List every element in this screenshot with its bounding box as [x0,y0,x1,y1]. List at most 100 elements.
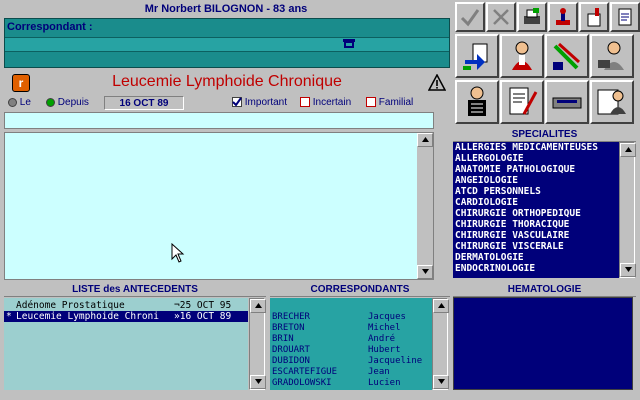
list-item[interactable]: CHIRURGIE THORACIQUE [453,219,619,230]
le-radio-icon[interactable] [8,97,17,107]
diagnosis-title-bar: Leucemie Lymphoide Chronique r [4,71,450,95]
toolbar [453,0,640,128]
antecedent-name: Adénome Prostatique [16,300,125,311]
cancel-button[interactable] [486,2,516,32]
notes-textarea[interactable] [4,132,434,280]
print-icon [524,8,540,24]
telephone-doctor-button[interactable] [590,34,634,78]
app-logo-icon[interactable]: r [12,74,30,92]
important-label: Important [244,97,288,108]
first-name: Hubert [368,345,401,355]
scroll-up-icon[interactable] [417,133,433,147]
incertain-checkbox[interactable] [300,97,310,108]
antecedents-scrollbar[interactable] [249,298,266,390]
specialites-list[interactable]: ALLERGIES MEDICAMENTEUSES ALLERGOLOGIE A… [453,142,619,278]
validate-button[interactable] [455,2,485,32]
notes-scrollbar[interactable] [417,133,433,279]
scroll-up-icon[interactable] [620,143,636,157]
specialites-header: SPECIALITES [453,128,636,142]
delete-button[interactable] [579,2,609,32]
important-checkbox[interactable] [232,97,242,108]
mouse-cursor-icon [171,243,185,263]
familial-checkbox[interactable] [366,97,376,108]
correspondant-line-1[interactable] [5,37,449,52]
delete-icon [587,8,601,27]
antecedent-date: »16 OCT 89 [174,311,232,322]
correspondants-list[interactable]: BRECHER Jacques BRETON Michel BRIN André DR… [270,298,432,390]
portrait-button[interactable] [590,80,634,124]
antecedents-list[interactable]: Adénome Prostatique ¬25 OCT 95 * Leucemi… [4,298,248,390]
list-item[interactable]: ANATOMIE PATHOLOGIQUE [453,164,619,175]
option-familial[interactable]: Familial [366,97,413,108]
option-le[interactable]: Le [8,97,31,108]
stamp-button[interactable] [548,2,578,32]
tools-button[interactable] [545,34,589,78]
last-name: DUBIDON [272,356,310,366]
patient-header: Mr Norbert BILOGNON - 83 ans [0,0,452,18]
stamp-icon [556,8,570,25]
list-item[interactable]: CHIRURGIE ORTHOPEDIQUE [453,208,619,219]
scroll-up-icon[interactable] [433,299,449,313]
list-item[interactable]: ALLERGIES MEDICAMENTEUSES [453,142,619,153]
incertain-label: Incertain [312,97,352,108]
correspondant-panel: Correspondant : [4,18,450,68]
antecedent-name: Leucemie Lymphoide Chroni [16,311,159,322]
telephone-icon[interactable] [343,37,355,49]
examination-button[interactable] [500,34,544,78]
cancel-icon [493,9,509,25]
first-name: Jacqueline [368,356,423,366]
scanner-button[interactable] [545,80,589,124]
list-item[interactable]: Adénome Prostatique ¬25 OCT 95 [4,300,248,311]
scroll-down-icon[interactable] [433,375,449,389]
correspondants-scrollbar[interactable] [432,298,449,390]
list-item[interactable]: CARDIOLOGIE [453,197,619,208]
scroll-up-icon[interactable] [250,299,266,313]
first-name: Jacques [368,312,406,322]
familial-label: Familial [378,97,414,108]
print-button[interactable] [517,2,547,32]
list-item[interactable]: ANGEIOLOGIE [453,175,619,186]
list-item[interactable]: CHIRURGIE VISCERALE [453,241,619,252]
correspondants-header: CORRESPONDANTS [270,283,450,297]
diagnosis-title: Leucemie Lymphoide Chronique [112,73,342,90]
option-incertain[interactable]: Incertain [300,97,351,108]
row-mark: * [6,311,12,322]
warning-icon[interactable] [427,73,447,91]
prescription-button[interactable] [500,80,544,124]
hematologie-header: HEMATOLOGIE [453,283,636,297]
scroll-down-icon[interactable] [417,265,433,279]
list-item[interactable]: * Leucemie Lymphoide Chroni »16 OCT 89 [4,311,248,322]
antecedent-date: ¬25 OCT 95 [174,300,232,311]
import-button[interactable] [455,34,499,78]
doctor-exam-icon [512,41,532,70]
first-name: Jean [368,367,390,377]
short-description-input[interactable] [4,112,434,129]
option-depuis[interactable]: Depuis [46,97,89,108]
radiology-button[interactable] [455,80,499,124]
depuis-radio-icon[interactable] [46,97,55,107]
document-button[interactable] [610,2,640,32]
scanner-icon [552,97,582,109]
list-item[interactable]: ALLERGOLOGIE [453,153,619,164]
first-name: Michel [368,323,401,333]
date-field[interactable]: 16 OCT 89 [104,96,184,110]
list-item[interactable]: ENDOCRINOLOGIE [453,263,619,274]
list-item[interactable]: ATCD PERSONNELS [453,186,619,197]
last-name: BRIN [272,334,294,344]
document-icon [618,8,632,26]
import-icon [463,43,488,70]
last-name: BRECHER [272,312,310,322]
correspondant-line-2[interactable] [5,54,449,67]
option-important[interactable]: Important [232,97,287,108]
specialites-scrollbar[interactable] [619,142,636,278]
list-item[interactable]: CHIRURGIE VASCULAIRE [453,230,619,241]
scroll-down-icon[interactable] [250,375,266,389]
scroll-down-icon[interactable] [620,263,636,277]
hematologie-panel[interactable] [453,297,633,390]
correspondant-label: Correspondant : [7,21,93,33]
first-name: André [368,334,396,344]
check-icon [460,9,480,27]
telephone-doctor-icon [598,41,624,70]
list-item[interactable]: DERMATOLOGIE [453,252,619,263]
prescription-icon [509,87,538,115]
